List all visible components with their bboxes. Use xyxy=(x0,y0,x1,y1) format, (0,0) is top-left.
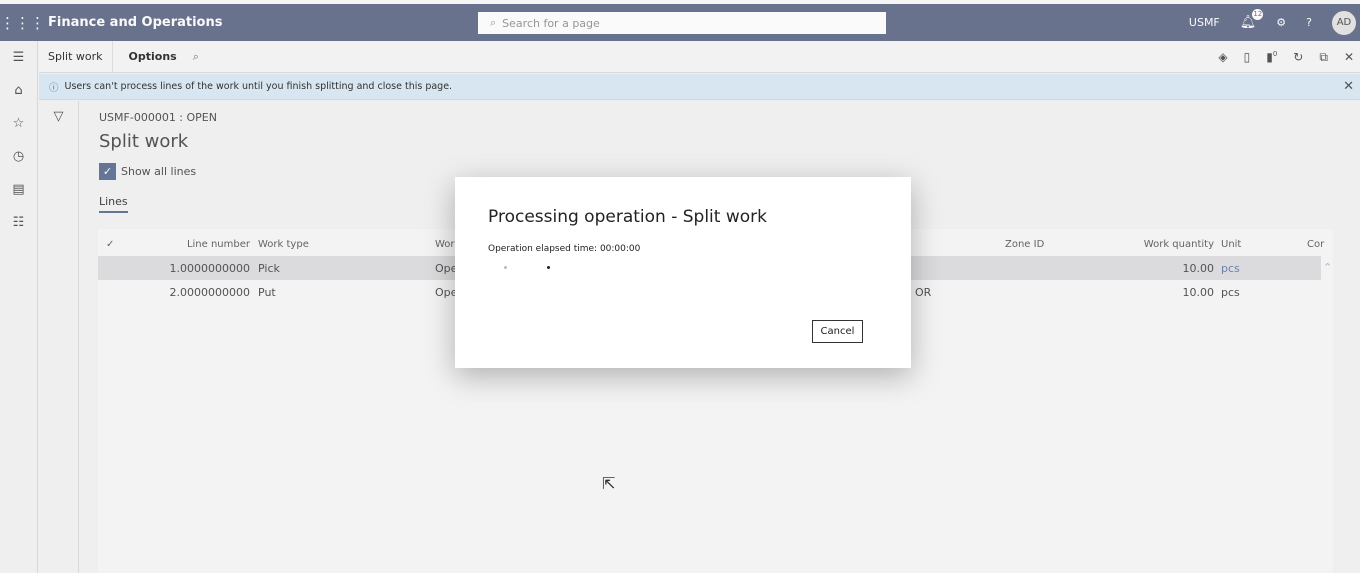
elapsed-time: Operation elapsed time: 00:00:00 xyxy=(488,244,641,254)
progress-dot xyxy=(547,266,550,269)
processing-dialog: Processing operation - Split work Operat… xyxy=(455,177,911,368)
dialog-title: Processing operation - Split work xyxy=(488,207,767,227)
cancel-button[interactable]: Cancel xyxy=(812,320,863,343)
progress-dot xyxy=(504,266,507,269)
mouse-cursor-icon: ⇱ xyxy=(602,474,616,493)
